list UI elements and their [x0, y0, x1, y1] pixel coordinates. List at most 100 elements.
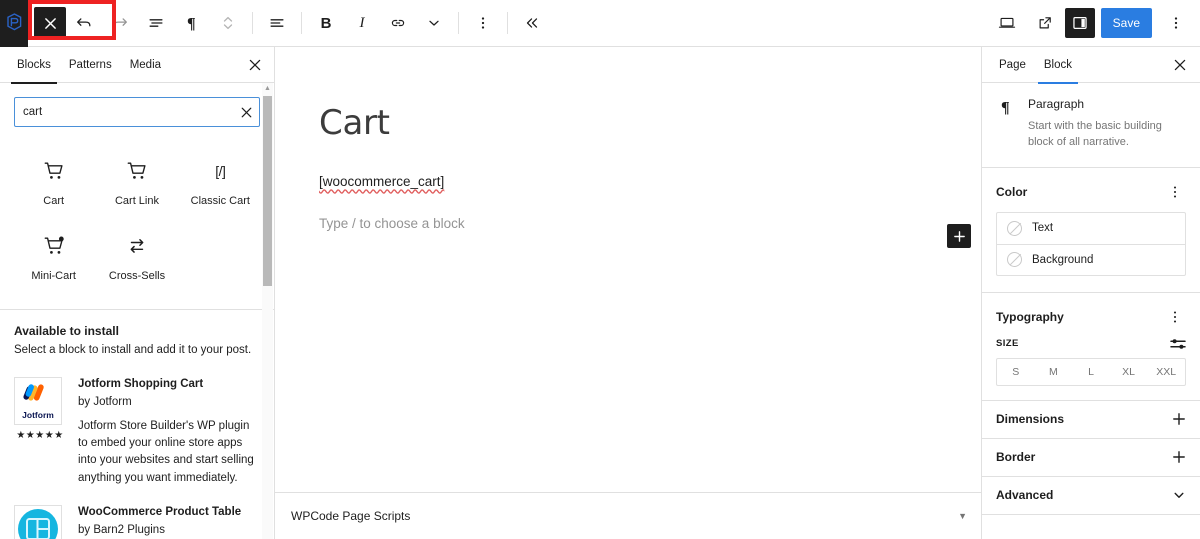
wordpress-logo-icon[interactable] — [0, 0, 28, 47]
block-result-classic-cart[interactable]: [/] Classic Cart — [179, 151, 262, 212]
plugin-list-item[interactable]: Jotform ★★★★★ Jotform Shopping Cart by J… — [14, 359, 260, 487]
svg-text:¶: ¶ — [187, 16, 196, 33]
plugin-icon-column: ★★★★★ — [14, 504, 66, 539]
inserter-tabs: Blocks Patterns Media — [0, 47, 274, 84]
typography-section: Typography SIZE S M L XL XXL — [982, 293, 1200, 401]
save-button[interactable]: Save — [1100, 8, 1152, 38]
editor-canvas-area: Cart [woocommerce_cart] Type / to choose… — [275, 47, 981, 539]
install-section-subtitle: Select a block to install and add it to … — [14, 344, 252, 357]
laptop-icon[interactable] — [989, 5, 1025, 41]
italic-label: I — [359, 14, 365, 31]
color-section: Color Text Background — [982, 168, 1200, 293]
block-result-cart-link[interactable]: Cart Link — [95, 151, 178, 212]
bold-button[interactable]: B — [308, 5, 344, 41]
align-text-button[interactable] — [259, 5, 295, 41]
typography-options-kebab-vertical-icon[interactable] — [1164, 307, 1186, 327]
font-size-m[interactable]: M — [1035, 359, 1073, 385]
empty-paragraph-placeholder[interactable]: Type / to choose a block — [319, 216, 937, 231]
inserter-scrollbar[interactable]: ▲ — [262, 83, 273, 539]
clear-search-x-icon[interactable] — [233, 99, 259, 125]
shortcode-paragraph-block[interactable]: [woocommerce_cart] — [319, 174, 444, 189]
chevron-down-icon[interactable] — [416, 5, 452, 41]
more-menu-kebab-vertical-icon[interactable] — [1158, 5, 1194, 41]
plugin-list-item[interactable]: ★★★★★ WooCommerce Product Table by Barn2… — [14, 487, 260, 539]
no-color-circle-icon — [1007, 252, 1022, 268]
block-options-kebab-vertical-icon[interactable] — [465, 5, 501, 41]
move-block-button[interactable] — [210, 5, 246, 41]
canvas-content: Cart [woocommerce_cart] Type / to choose… — [319, 103, 971, 248]
tab-media[interactable]: Media — [121, 47, 170, 83]
font-size-label: SIZE — [996, 338, 1019, 350]
font-size-l[interactable]: L — [1072, 359, 1110, 385]
double-chevron-left-icon[interactable] — [514, 5, 550, 41]
plus-icon[interactable] — [1172, 412, 1186, 426]
typography-section-title: Typography — [996, 309, 1064, 324]
font-size-xxl[interactable]: XXL — [1147, 359, 1185, 385]
page-title[interactable]: Cart — [319, 103, 937, 144]
external-link-icon[interactable] — [1027, 5, 1063, 41]
advanced-panel-toggle[interactable]: Advanced — [982, 477, 1200, 515]
plugin-rating-stars: ★★★★★ — [16, 429, 64, 441]
inserter-scroll-area: Cart Cart Link [/] — [0, 83, 274, 539]
block-result-cross-sells[interactable]: Cross-Sells — [95, 226, 178, 287]
color-option-label: Text — [1032, 222, 1054, 235]
border-panel-title: Border — [996, 450, 1036, 465]
search-input[interactable] — [15, 98, 233, 126]
close-sidebar-x-icon[interactable] — [1169, 54, 1191, 76]
plugin-info: WooCommerce Product Table by Barn2 Plugi… — [78, 505, 260, 539]
color-option-background[interactable]: Background — [997, 243, 1185, 275]
block-result-mini-cart[interactable]: Mini-Cart — [12, 226, 95, 287]
italic-button[interactable]: I — [344, 5, 380, 41]
border-panel-toggle[interactable]: Border — [982, 439, 1200, 477]
close-inserter-button[interactable] — [34, 7, 66, 39]
link-icon[interactable] — [380, 5, 416, 41]
tab-blocks[interactable]: Blocks — [8, 47, 60, 84]
wpcode-page-scripts-panel[interactable]: WPCode Page Scripts ▼ — [275, 492, 981, 539]
undo-button[interactable] — [66, 5, 102, 41]
scrollbar-thumb[interactable] — [263, 96, 272, 286]
color-option-label: Background — [1032, 253, 1094, 266]
selected-block-name: Paragraph — [1028, 97, 1085, 111]
color-option-text[interactable]: Text — [997, 213, 1185, 244]
toolbar-divider — [252, 12, 253, 34]
plugin-name: Jotform Shopping Cart — [78, 377, 204, 390]
jotform-logo-icon: Jotform — [14, 376, 62, 425]
sliders-icon[interactable] — [1170, 337, 1186, 351]
toolbar-divider — [458, 12, 459, 34]
block-results-grid: Cart Cart Link [/] Classic Cart Mini-Car… — [0, 127, 274, 287]
paragraph-pilcrow-icon[interactable]: ¶ — [174, 5, 210, 41]
add-block-plus-icon[interactable] — [947, 224, 971, 248]
font-size-s[interactable]: S — [997, 359, 1035, 385]
advanced-panel-title: Advanced — [996, 488, 1054, 503]
chevron-down-icon[interactable] — [1172, 488, 1186, 502]
search-box[interactable] — [14, 97, 260, 127]
plugin-name: WooCommerce Product Table — [78, 505, 242, 518]
selected-block-info: Paragraph Start with the basic building … — [1028, 97, 1186, 151]
inserter-search-wrap — [0, 83, 274, 127]
block-result-label: Cart — [43, 195, 65, 207]
color-section-title: Color — [996, 184, 1028, 199]
tab-patterns[interactable]: Patterns — [60, 47, 121, 83]
color-options-kebab-vertical-icon[interactable] — [1164, 182, 1186, 202]
svg-text:¶: ¶ — [1001, 100, 1010, 117]
barn2-product-table-icon — [14, 504, 62, 539]
color-section-header: Color — [996, 182, 1186, 202]
toolbar-right-group: Save — [989, 5, 1200, 41]
dimensions-panel-toggle[interactable]: Dimensions — [982, 401, 1200, 439]
chevron-down-icon[interactable]: ▼ — [958, 511, 967, 521]
block-result-cart[interactable]: Cart — [12, 151, 95, 212]
post-canvas[interactable]: Cart [woocommerce_cart] Type / to choose… — [275, 47, 981, 492]
editor-body: Blocks Patterns Media cart Cart Cart Lin… — [0, 47, 1200, 539]
scrollbar-up-arrow-icon[interactable]: ▲ — [262, 83, 273, 94]
plus-icon[interactable] — [1172, 450, 1186, 464]
sidebar-tabs: Page Block — [982, 47, 1200, 84]
settings-sidebar-toggle[interactable] — [1064, 8, 1095, 38]
wpcode-panel-title: WPCode Page Scripts — [291, 509, 411, 523]
redo-button[interactable] — [102, 5, 138, 41]
tab-page[interactable]: Page — [990, 47, 1035, 83]
font-size-xl[interactable]: XL — [1110, 359, 1148, 385]
plugin-author: by Jotform — [78, 395, 132, 408]
tab-block[interactable]: Block — [1035, 47, 1081, 84]
close-inserter-x-icon[interactable] — [244, 54, 266, 76]
document-overview-button[interactable] — [138, 5, 174, 41]
